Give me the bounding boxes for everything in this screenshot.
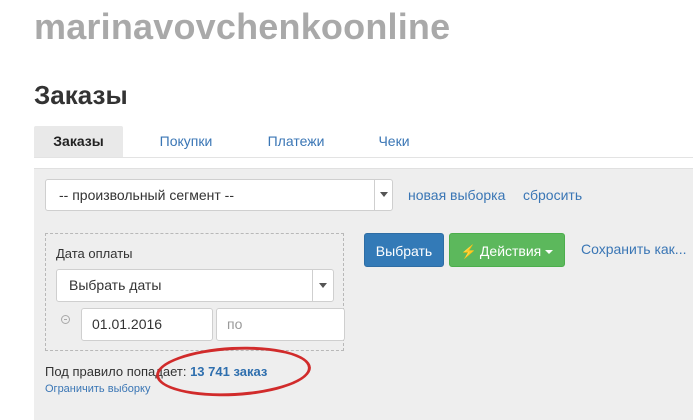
actions-button-label: Действия: [479, 243, 542, 259]
chevron-down-icon: [380, 192, 388, 197]
new-selection-link[interactable]: новая выборка: [408, 187, 505, 203]
actions-dropdown-button[interactable]: ⚡ Действия: [449, 233, 565, 267]
tab-receipts[interactable]: Чеки: [359, 126, 429, 157]
tab-bar: Заказы Покупки Платежи Чеки: [34, 126, 693, 158]
save-as-link[interactable]: Сохранить как...: [581, 241, 686, 257]
remove-condition-icon[interactable]: [61, 315, 70, 324]
tab-purchases[interactable]: Покупки: [142, 126, 230, 157]
bolt-icon: ⚡: [460, 244, 477, 259]
select-button[interactable]: Выбрать: [364, 233, 444, 267]
page-title: Заказы: [34, 80, 128, 110]
tab-orders[interactable]: Заказы: [34, 126, 123, 157]
caret-down-icon: [545, 250, 554, 255]
date-range-select-value: Выбрать даты: [69, 277, 162, 293]
date-range-select[interactable]: Выбрать даты: [56, 269, 334, 302]
date-filter-box: Дата оплаты Выбрать даты 01.01.2016 по: [45, 233, 345, 351]
segment-select-value: -- произвольный сегмент --: [59, 187, 234, 203]
segment-dropdown-toggle[interactable]: [374, 180, 392, 210]
date-from-input[interactable]: 01.01.2016: [81, 308, 213, 341]
date-range-dropdown-toggle[interactable]: [312, 270, 333, 301]
date-to-input[interactable]: по: [216, 308, 345, 341]
site-title: marinavovchenkoonline: [34, 6, 451, 47]
date-filter-label: Дата оплаты: [56, 246, 133, 261]
filter-panel: -- произвольный сегмент -- новая выборка…: [34, 168, 693, 420]
tab-payments[interactable]: Платежи: [252, 126, 340, 157]
segment-select[interactable]: -- произвольный сегмент --: [45, 179, 393, 211]
chevron-down-icon: [319, 283, 327, 288]
limit-selection-link[interactable]: Ограничить выборку: [45, 383, 150, 395]
reset-link[interactable]: сбросить: [523, 187, 582, 203]
